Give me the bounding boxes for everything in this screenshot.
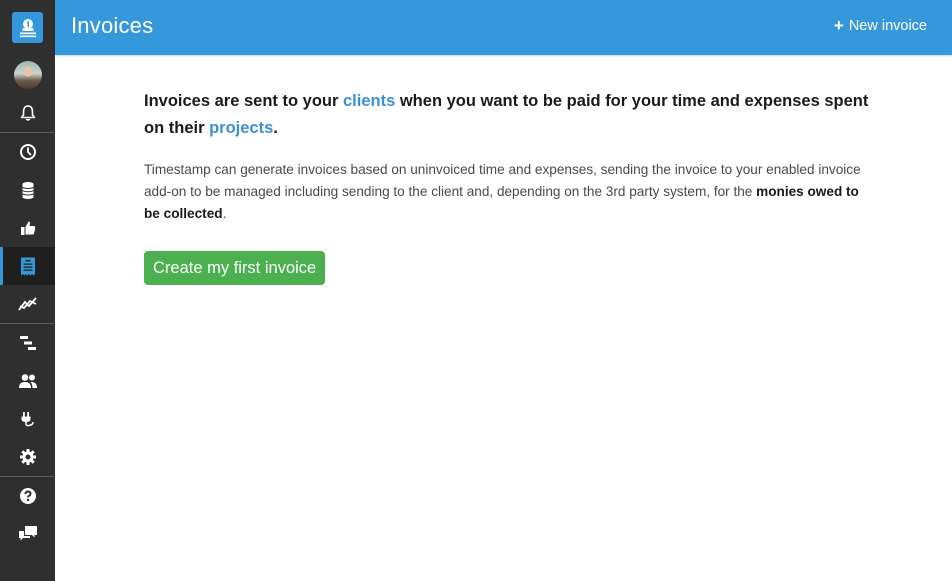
sidebar-item-reports[interactable] bbox=[0, 285, 55, 323]
empty-state: Invoices are sent to your clients when y… bbox=[144, 88, 874, 285]
sidebar-item-add-ons[interactable] bbox=[0, 400, 55, 438]
description-text: Timestamp can generate invoices based on… bbox=[144, 162, 861, 199]
clients-link[interactable]: clients bbox=[343, 92, 395, 110]
tasks-icon bbox=[19, 336, 36, 350]
sidebar-item-feedback[interactable] bbox=[0, 515, 55, 553]
projects-link[interactable]: projects bbox=[209, 119, 273, 137]
sidebar-item-projects[interactable] bbox=[0, 324, 55, 362]
intro-text: Invoices are sent to your bbox=[144, 92, 343, 110]
sidebar bbox=[0, 0, 55, 581]
clock-icon bbox=[19, 144, 36, 160]
description: Timestamp can generate invoices based on… bbox=[144, 159, 874, 225]
sidebar-item-notifications[interactable] bbox=[0, 94, 55, 132]
chart-line-icon bbox=[17, 297, 37, 311]
app-logo[interactable] bbox=[12, 12, 43, 43]
new-invoice-label: New invoice bbox=[848, 18, 927, 34]
question-icon bbox=[19, 488, 36, 504]
invoice-icon bbox=[20, 257, 35, 275]
gear-icon bbox=[19, 449, 36, 465]
intro-heading: Invoices are sent to your clients when y… bbox=[144, 88, 874, 142]
sidebar-item-settings[interactable] bbox=[0, 438, 55, 476]
user-avatar[interactable] bbox=[14, 61, 42, 89]
page-header: Invoices + New invoice bbox=[55, 0, 952, 55]
new-invoice-button[interactable]: + New invoice bbox=[833, 15, 927, 35]
coin-stack-icon bbox=[21, 182, 34, 199]
description-end: . bbox=[222, 206, 227, 221]
sidebar-item-clients[interactable] bbox=[0, 362, 55, 400]
intro-text: . bbox=[273, 119, 278, 137]
sidebar-item-timesheets[interactable] bbox=[0, 133, 55, 171]
thumbs-up-icon bbox=[20, 221, 35, 235]
create-first-invoice-button[interactable]: Create my first invoice bbox=[144, 251, 326, 285]
users-icon bbox=[18, 374, 37, 388]
plus-icon: + bbox=[833, 15, 844, 35]
chat-icon bbox=[18, 526, 37, 541]
page-title: Invoices bbox=[71, 13, 154, 38]
sidebar-item-approvals[interactable] bbox=[0, 209, 55, 247]
sidebar-item-invoices[interactable] bbox=[0, 247, 55, 285]
sidebar-item-help[interactable] bbox=[0, 477, 55, 515]
timestamp-logo-icon bbox=[19, 18, 36, 37]
plug-icon bbox=[21, 412, 34, 427]
bell-icon bbox=[20, 105, 35, 121]
sidebar-item-expenses[interactable] bbox=[0, 171, 55, 209]
